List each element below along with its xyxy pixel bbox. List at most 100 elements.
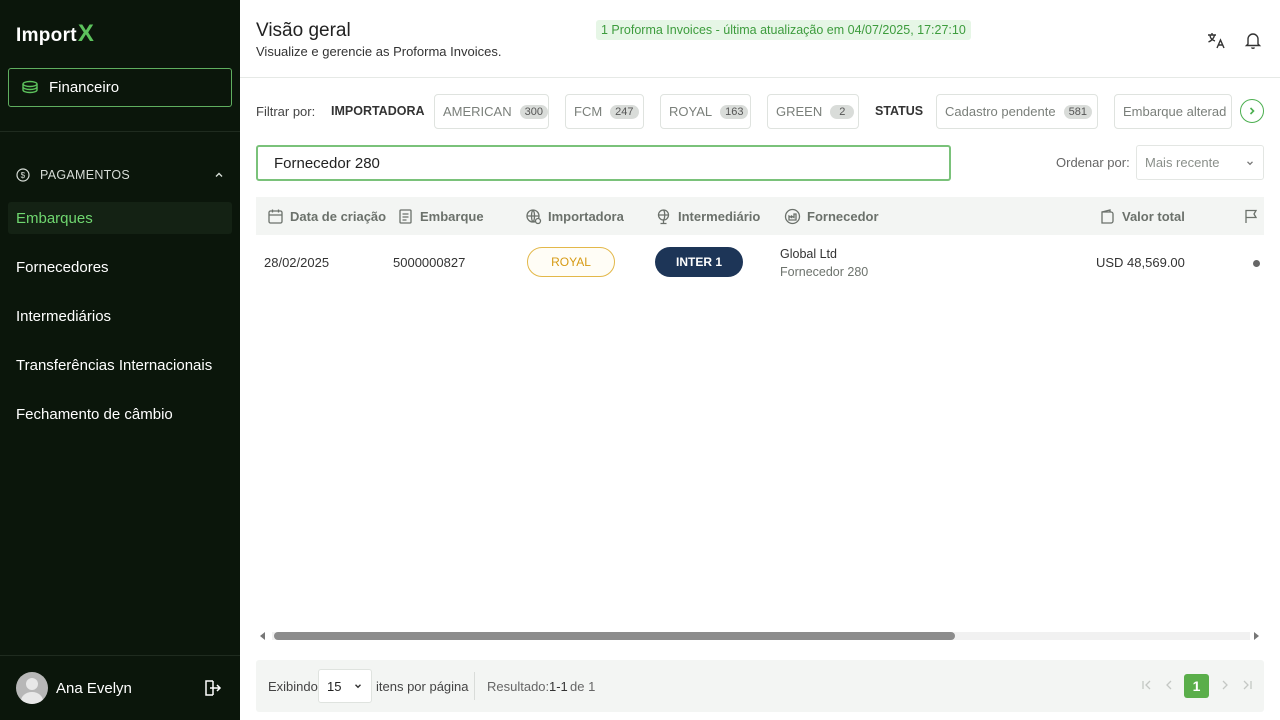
filters-scroll-right-button[interactable] — [1240, 99, 1264, 123]
dollar-circle-icon: $ — [16, 168, 30, 182]
logout-icon[interactable] — [202, 678, 222, 698]
flag-icon — [1245, 209, 1258, 223]
sidebar: ImportX Financeiro $ PAGAMENTOS Embarque… — [0, 0, 240, 720]
section-label: PAGAMENTOS — [40, 168, 131, 182]
pagination-divider — [474, 672, 475, 700]
page-header: Visão geral 1 Proforma Invoices - última… — [240, 0, 1280, 78]
result-total: de 1 — [570, 679, 596, 694]
column-header-intermediario[interactable]: Intermediário — [655, 197, 760, 235]
svg-text:$: $ — [21, 171, 26, 180]
column-header-data-criacao[interactable]: Data de criação — [267, 197, 386, 235]
sidebar-item-fechamento-cambio[interactable]: Fechamento de câmbio — [8, 398, 232, 430]
column-header-embarque[interactable]: Embarque — [397, 197, 484, 235]
filter-group-importadora: IMPORTADORA — [331, 104, 425, 118]
user-profile[interactable]: Ana Evelyn — [16, 672, 132, 704]
sidebar-item-embarques[interactable]: Embarques — [8, 202, 232, 234]
factory-icon — [784, 208, 801, 224]
document-icon — [399, 208, 412, 224]
app-logo[interactable]: ImportX — [16, 20, 94, 48]
money-stack-icon — [22, 80, 38, 93]
sidebar-divider — [0, 131, 240, 132]
page-title: Visão geral — [256, 20, 351, 41]
column-label: Data de criação — [290, 208, 387, 224]
filter-chip-american[interactable]: AMERICAN 300 — [434, 94, 549, 129]
filter-chip-royal[interactable]: ROYAL 163 — [660, 94, 751, 129]
chip-label: ROYAL — [669, 104, 713, 119]
chip-label: Cadastro pendente — [945, 104, 1056, 119]
chip-count: 581 — [1063, 104, 1092, 119]
chevron-up-icon — [215, 172, 223, 177]
scroll-right-arrow-icon[interactable] — [1251, 631, 1261, 641]
filter-chip-green[interactable]: GREEN 2 — [767, 94, 859, 129]
chevron-right-icon — [1249, 107, 1255, 115]
intermediario-button[interactable]: INTER 1 — [655, 247, 743, 277]
chip-count: 247 — [610, 104, 639, 119]
cell-fornecedor-name: Fornecedor 280 — [780, 265, 869, 279]
chip-label: GREEN — [776, 104, 823, 119]
chip-label: AMERICAN — [443, 104, 512, 119]
previous-page-icon[interactable] — [1162, 678, 1176, 692]
update-status-badge: 1 Proforma Invoices - última atualização… — [596, 20, 971, 40]
user-name: Ana Evelyn — [56, 679, 132, 697]
column-label: Importadora — [548, 208, 624, 224]
search-input[interactable] — [256, 145, 951, 181]
calendar-icon — [268, 209, 283, 224]
current-page-button[interactable]: 1 — [1184, 674, 1209, 698]
filter-bar: Filtrar por: IMPORTADORA AMERICAN 300 FC… — [256, 94, 1266, 130]
status-dot — [1253, 260, 1260, 267]
pagination-bar: Exibindo 15 itens por página Resultado: … — [256, 660, 1264, 712]
chevron-down-icon — [1247, 160, 1253, 165]
sidebar-item-fornecedores[interactable]: Fornecedores — [8, 251, 232, 283]
first-page-icon[interactable] — [1140, 678, 1154, 692]
filter-chip-fcm[interactable]: FCM 247 — [565, 94, 644, 129]
chip-label: Embarque alterad — [1123, 104, 1227, 119]
table-row[interactable]: 28/02/2025 5000000827 ROYAL INTER 1 Glob… — [256, 235, 1264, 289]
chevron-down-icon — [355, 684, 361, 689]
horizontal-scrollbar[interactable] — [256, 629, 1264, 643]
scroll-left-arrow-icon[interactable] — [258, 631, 268, 641]
result-range: 1-1 — [549, 679, 568, 694]
cell-valor-total: USD 48,569.00 — [1096, 255, 1185, 270]
avatar — [16, 672, 48, 704]
filter-chip-embarque-alterado[interactable]: Embarque alterad — [1114, 94, 1232, 129]
chip-count: 2 — [830, 104, 855, 119]
column-header-fornecedor[interactable]: Fornecedor — [784, 197, 879, 235]
globe-icon — [526, 208, 542, 224]
sort-value: Mais recente — [1145, 155, 1220, 170]
cell-embarque: 5000000827 — [393, 255, 466, 270]
filter-chip-cadastro-pendente[interactable]: Cadastro pendente 581 — [936, 94, 1098, 129]
column-header-valor-total[interactable]: Valor total — [1099, 197, 1185, 235]
next-page-icon[interactable] — [1218, 678, 1232, 692]
chip-count: 300 — [519, 104, 548, 119]
sidebar-item-transferencias[interactable]: Transferências Internacionais — [8, 349, 232, 381]
bell-icon[interactable] — [1243, 30, 1263, 50]
sidebar-item-intermediarios[interactable]: Intermediários — [8, 300, 232, 332]
sidebar-bottom-divider — [0, 655, 240, 656]
wallet-icon — [1101, 208, 1114, 224]
sidebar-section-pagamentos[interactable]: $ PAGAMENTOS — [16, 166, 224, 184]
last-page-icon[interactable] — [1240, 678, 1254, 692]
per-page-label: itens por página — [376, 679, 469, 694]
importadora-badge: ROYAL — [527, 247, 615, 277]
table-header: Data de criação Embarque Importadora Int… — [256, 197, 1264, 235]
column-label: Embarque — [420, 208, 484, 224]
filter-group-status: STATUS — [875, 104, 924, 118]
column-header-status-flag[interactable] — [1243, 197, 1266, 235]
per-page-value: 15 — [327, 678, 342, 694]
globe-stand-icon — [657, 208, 670, 224]
translate-icon[interactable] — [1206, 30, 1226, 50]
filter-label: Filtrar por: — [256, 104, 316, 119]
sort-select[interactable]: Mais recente — [1136, 145, 1264, 180]
module-switcher-button[interactable]: Financeiro — [8, 68, 232, 107]
column-label: Intermediário — [678, 208, 761, 224]
sort-label: Ordenar por: — [1056, 155, 1130, 170]
per-page-select[interactable]: 15 — [318, 669, 372, 703]
page-subtitle: Visualize e gerencie as Proforma Invoice… — [256, 44, 502, 59]
result-label: Resultado: — [487, 679, 550, 694]
column-header-importadora[interactable]: Importadora — [525, 197, 624, 235]
cell-fornecedor-company: Global Ltd — [780, 247, 837, 261]
scrollbar-thumb[interactable] — [274, 632, 955, 640]
column-label: Valor total — [1122, 208, 1185, 224]
module-label: Financeiro — [49, 79, 120, 96]
cell-data-criacao: 28/02/2025 — [264, 255, 330, 270]
